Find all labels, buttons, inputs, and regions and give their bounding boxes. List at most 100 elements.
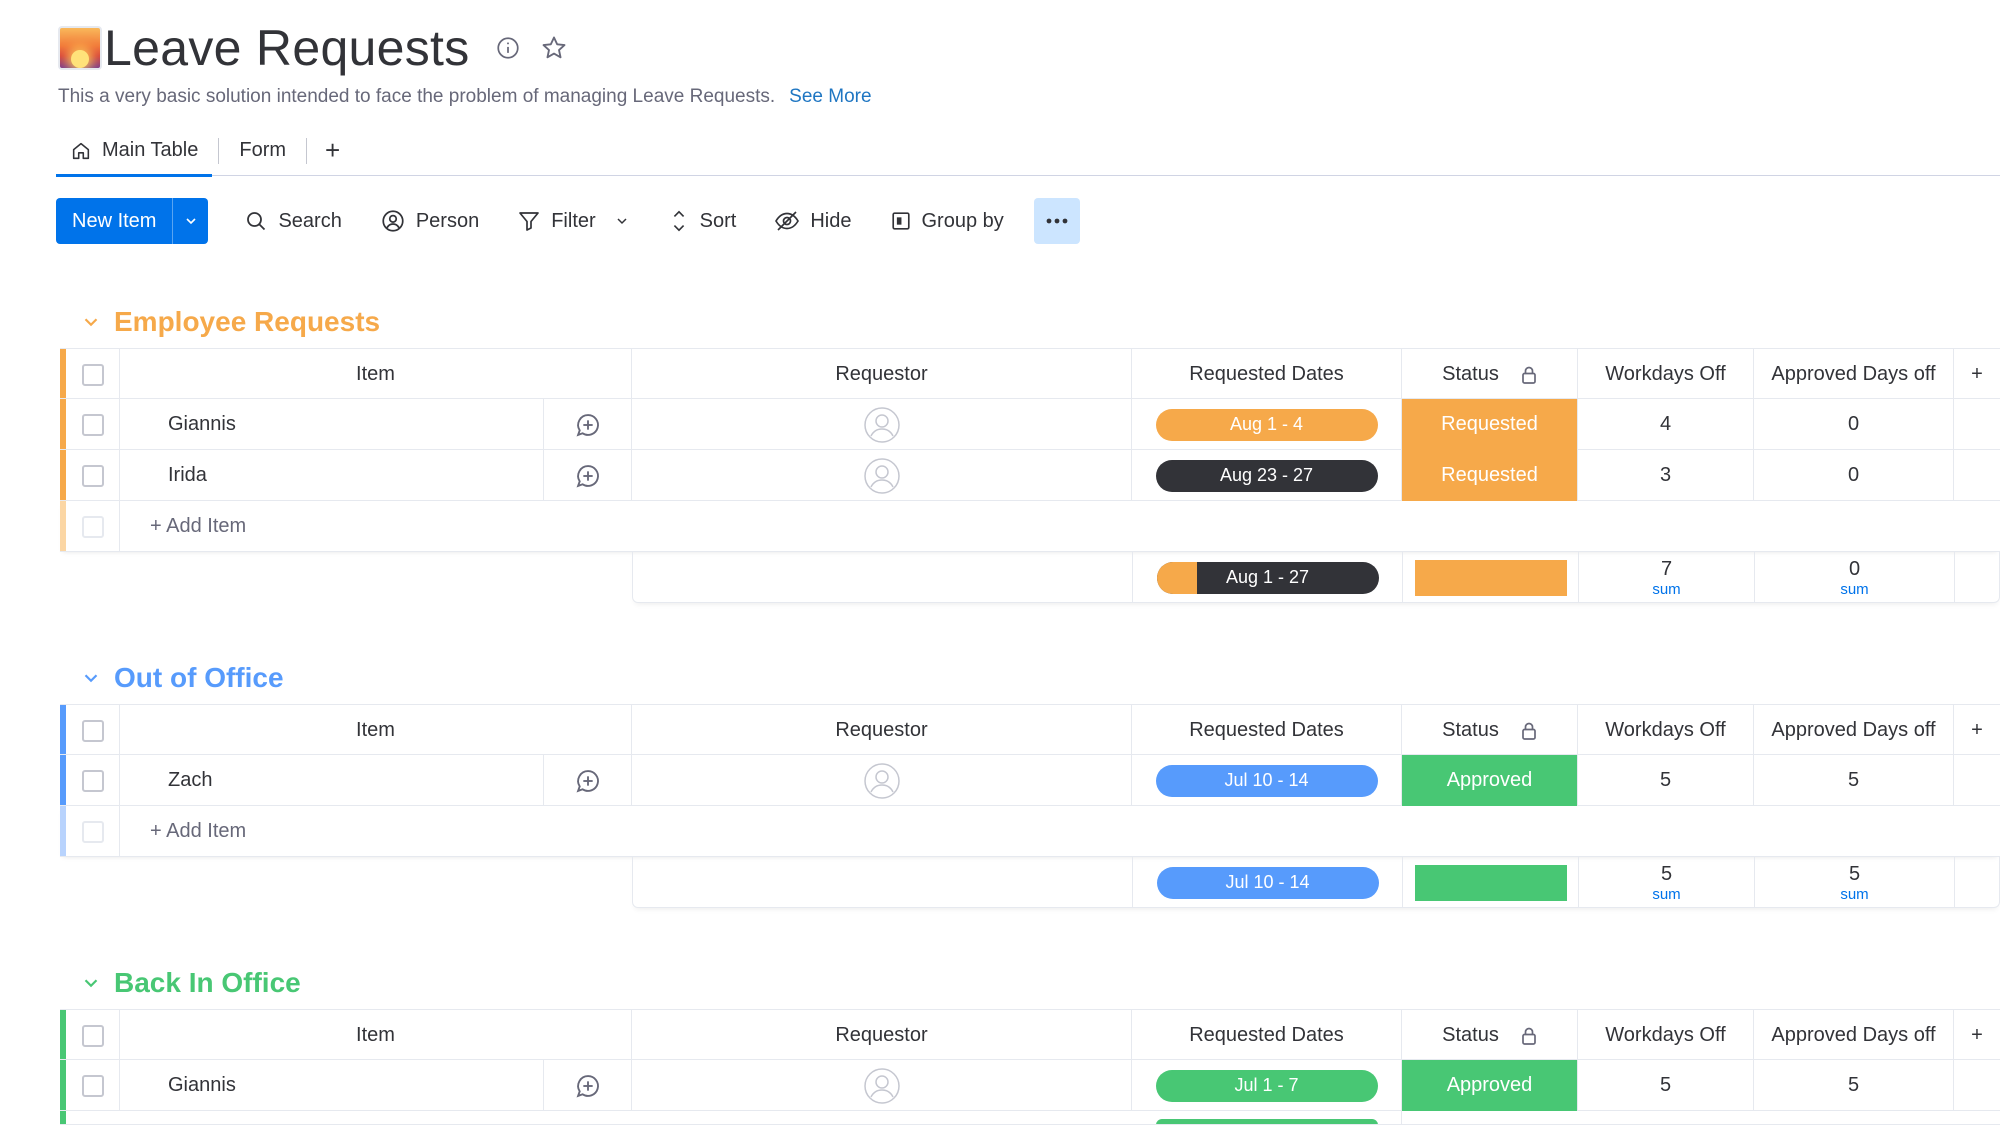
dates-summary-bar[interactable]: Aug 1 - 27 [1156,561,1379,594]
item-name-cell[interactable]: Giannis [120,1060,544,1111]
column-header-approved-days-off[interactable]: Approved Days off [1754,349,1954,400]
column-header-status[interactable]: Status [1402,1010,1578,1061]
column-header-requested-dates[interactable]: Requested Dates [1132,349,1402,400]
column-header-workdays-off[interactable]: Workdays Off [1578,1010,1754,1061]
date-range-pill[interactable]: Aug 1 - 4 [1155,408,1378,441]
workdays-off-sum-cell[interactable]: 7 sum [1579,552,1755,603]
column-header-status[interactable]: Status [1402,705,1578,756]
group-name[interactable]: Employee Requests [114,306,380,338]
date-range-pill[interactable]: Jul 10 - 14 [1155,764,1378,797]
select-all-checkbox[interactable] [81,363,104,386]
column-header-workdays-off[interactable]: Workdays Off [1578,705,1754,756]
add-update-button[interactable] [544,399,632,450]
item-name-cell[interactable]: Irida [120,450,544,501]
requestor-cell[interactable] [632,1060,1132,1111]
select-all-checkbox[interactable] [81,1024,104,1047]
collapse-group-chevron-icon[interactable] [76,667,106,689]
more-options-button[interactable] [1033,198,1080,244]
add-column-button[interactable]: + [1954,1010,2000,1061]
column-header-requestor[interactable]: Requestor [632,1010,1132,1061]
dates-summary-bar[interactable]: Jul 10 - 14 [1156,866,1379,899]
lock-icon [1521,721,1537,741]
approved-days-off-cell[interactable]: 5 [1754,1060,1954,1111]
sum-label: sum [1652,580,1681,598]
group-by-button[interactable]: Group by [876,198,1018,244]
workdays-off-sum-cell[interactable]: 5 sum [1579,857,1755,908]
column-header-approved-days-off[interactable]: Approved Days off [1754,1010,1954,1061]
add-item-input[interactable]: + Add Item [120,501,2000,552]
new-item-button[interactable]: New Item [56,198,172,244]
row-checkbox[interactable] [81,1074,104,1097]
approved-days-sum-cell[interactable]: 5 sum [1755,857,1955,908]
column-header-requested-dates[interactable]: Requested Dates [1132,1010,1402,1061]
workdays-off-cell[interactable]: 3 [1578,450,1754,501]
column-header-requestor[interactable]: Requestor [632,705,1132,756]
status-cell[interactable]: Requested [1402,450,1578,501]
approved-days-off-cell[interactable]: 5 [1754,755,1954,806]
status-cell[interactable]: Approved [1402,1060,1578,1111]
approved-days-off-cell[interactable]: 0 [1754,399,1954,450]
collapse-group-chevron-icon[interactable] [76,311,106,333]
column-header-item[interactable]: Item [120,705,632,756]
add-update-button[interactable] [544,755,632,806]
add-update-button[interactable] [544,1060,632,1111]
add-update-icon [576,464,599,487]
group-name[interactable]: Back In Office [114,967,301,999]
sunset-emoji-icon[interactable] [58,26,102,70]
info-icon[interactable] [494,34,522,62]
filter-button[interactable]: Filter [503,198,643,244]
sort-button[interactable]: Sort [654,198,751,244]
search-button[interactable]: Search [230,198,355,244]
add-column-button[interactable]: + [1954,349,2000,400]
tab-divider [306,137,308,164]
new-item-dropdown-button[interactable] [172,198,208,244]
table-header-row: Item Requestor Requested Dates Status Wo… [60,704,2000,756]
add-view-button[interactable]: + [313,135,352,166]
row-checkbox[interactable] [81,413,104,436]
column-header-status[interactable]: Status [1402,349,1578,400]
tab-main-table[interactable]: Main Table [56,126,213,177]
group-name[interactable]: Out of Office [114,662,284,694]
requestor-cell[interactable] [632,755,1132,806]
date-range-pill[interactable]: Jul 1 - 7 [1155,1069,1378,1102]
sort-label: Sort [699,209,737,232]
collapse-group-chevron-icon[interactable] [76,972,106,994]
see-more-link[interactable]: See More [789,86,871,108]
board-title[interactable]: Leave Requests [104,19,470,77]
row-checkbox[interactable] [81,464,104,487]
status-cell[interactable]: Approved [1402,755,1578,806]
requested-dates-cell [1132,1111,1402,1124]
status-distribution-bar[interactable] [1414,864,1567,901]
person-filter-button[interactable]: Person [366,198,493,244]
add-column-button[interactable]: + [1954,705,2000,756]
dates-summary-progress [1156,561,1197,594]
column-header-approved-days-off[interactable]: Approved Days off [1754,705,1954,756]
add-item-input[interactable]: + Add Item [120,806,2000,857]
approved-days-sum-cell[interactable]: 0 sum [1755,552,1955,603]
workdays-off-cell[interactable]: 4 [1578,399,1754,450]
row-checkbox[interactable] [81,769,104,792]
tab-form[interactable]: Form [225,126,300,176]
select-all-checkbox[interactable] [81,719,104,742]
column-header-requested-dates[interactable]: Requested Dates [1132,705,1402,756]
hide-button[interactable]: Hide [760,198,865,244]
status-cell[interactable]: Requested [1402,399,1578,450]
lock-icon [1521,1026,1537,1046]
status-distribution-bar[interactable] [1414,559,1567,596]
column-header-workdays-off[interactable]: Workdays Off [1578,349,1754,400]
requestor-cell[interactable] [632,399,1132,450]
add-update-button[interactable] [544,450,632,501]
date-range-pill[interactable]: Aug 23 - 27 [1155,459,1378,492]
requestor-cell[interactable] [632,450,1132,501]
star-icon[interactable] [540,34,568,62]
workdays-off-cell[interactable]: 5 [1578,1060,1754,1111]
item-name-cell[interactable]: Giannis [120,399,544,450]
board-header: Leave Requests This a very basic solutio… [58,16,2000,108]
item-name-cell[interactable]: Zach [120,755,544,806]
column-header-requestor[interactable]: Requestor [632,349,1132,400]
column-header-item[interactable]: Item [120,349,632,400]
workdays-off-cell[interactable]: 5 [1578,755,1754,806]
column-header-item[interactable]: Item [120,1010,632,1061]
status-header-label: Status [1442,719,1499,741]
approved-days-off-cell[interactable]: 0 [1754,450,1954,501]
